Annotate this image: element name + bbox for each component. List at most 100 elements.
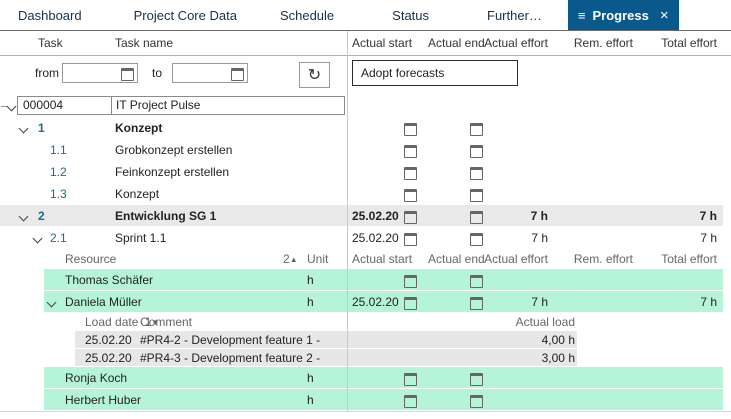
- calendar-icon[interactable]: [404, 373, 417, 386]
- from-date-field[interactable]: [62, 63, 138, 83]
- tab-dashboard[interactable]: Dashboard: [18, 0, 82, 30]
- task-row: 2.1 Sprint 1.1 25.02.20 7 h 7 h: [0, 227, 731, 249]
- calendar-icon[interactable]: [404, 167, 417, 180]
- tab-status[interactable]: Status: [392, 0, 429, 30]
- task-name[interactable]: Sprint 1.1: [115, 227, 166, 249]
- col-actual-load: Actual load: [480, 313, 575, 331]
- task-number[interactable]: 2: [38, 205, 45, 227]
- tab-further[interactable]: Further…: [487, 0, 542, 30]
- load-date-value: 25.02.20: [85, 349, 132, 367]
- col-comment: Comment: [140, 313, 192, 331]
- calendar-icon[interactable]: [470, 395, 483, 408]
- load-header-row: Load date 1▼ Comment Actual load: [0, 313, 731, 331]
- close-icon[interactable]: ×: [660, 7, 669, 24]
- load-row: 25.02.20 #PR4-2 - Development feature 1 …: [0, 331, 731, 349]
- task-name[interactable]: Grobkonzept erstellen: [115, 139, 232, 161]
- resource-header-row: Resource 2▲ Unit Actual start Actual end…: [0, 249, 731, 269]
- to-date-field[interactable]: [172, 63, 248, 83]
- from-label: from: [35, 66, 59, 80]
- column-header-row: Task Task name Actual start Actual end A…: [0, 31, 731, 56]
- task-row: 1.2 Feinkonzept erstellen: [0, 161, 731, 183]
- sort-indicator[interactable]: 2▲: [283, 249, 298, 270]
- col-actual-start: Actual start: [352, 31, 412, 56]
- tab-bar: Dashboard Project Core Data Schedule Sta…: [0, 0, 731, 31]
- total-effort-value: 7 h: [630, 227, 717, 249]
- menu-icon[interactable]: ≡: [578, 8, 586, 23]
- resource-row: Daniela Müller h 25.02.20 7 h 7 h: [0, 291, 731, 313]
- task-number[interactable]: 1: [38, 117, 45, 139]
- to-date-input[interactable]: [175, 65, 227, 80]
- calendar-icon[interactable]: [404, 275, 417, 288]
- resource-name[interactable]: Thomas Schäfer: [65, 269, 153, 291]
- project-edit-row[interactable]: 000004 IT Project Pulse: [17, 96, 345, 115]
- sort-asc-icon: ▲: [290, 255, 298, 264]
- task-name[interactable]: Konzept: [115, 117, 162, 139]
- task-name[interactable]: Konzept: [115, 183, 159, 205]
- col-task: Task: [38, 31, 63, 56]
- calendar-icon[interactable]: [404, 145, 417, 158]
- task-table: 000004 IT Project Pulse 1 Konzept 1.1 Gr…: [0, 95, 731, 411]
- task-row: 1 Konzept: [0, 117, 731, 139]
- total-effort-value: 7 h: [630, 291, 717, 313]
- row-highlight: [44, 367, 723, 388]
- col-resource[interactable]: Resource: [65, 249, 116, 269]
- actual-load-value: 3,00 h: [480, 349, 575, 367]
- collapse-chevron-icon[interactable]: [19, 124, 29, 134]
- actual-start-value: 25.02.20: [352, 227, 399, 249]
- col-actual-effort: Actual effort: [460, 249, 548, 269]
- resource-row: Ronja Koch h: [0, 367, 731, 389]
- unit-value: h: [307, 367, 314, 389]
- calendar-icon[interactable]: [404, 395, 417, 408]
- load-date-label: Load date: [85, 315, 138, 329]
- unit-value: h: [307, 269, 314, 291]
- project-name[interactable]: IT Project Pulse: [116, 97, 200, 114]
- tab-project-core-data[interactable]: Project Core Data: [134, 0, 237, 30]
- actual-effort-value: 7 h: [470, 205, 548, 227]
- task-number[interactable]: 2.1: [50, 227, 67, 249]
- load-row: 25.02.20 #PR4-3 - Development feature 2 …: [0, 349, 731, 367]
- task-number[interactable]: 1.3: [50, 183, 67, 205]
- unit-value: h: [307, 291, 314, 313]
- calendar-icon[interactable]: [404, 211, 417, 224]
- col-actual-effort: Actual effort: [460, 31, 548, 56]
- calendar-icon[interactable]: [470, 275, 483, 288]
- col-unit: Unit: [307, 249, 328, 269]
- col-total-effort: Total effort: [627, 31, 717, 56]
- resource-row: Herbert Huber h: [0, 389, 731, 411]
- refresh-icon: ↻: [308, 67, 321, 84]
- resource-name[interactable]: Herbert Huber: [65, 389, 141, 411]
- refresh-button[interactable]: ↻: [299, 62, 330, 88]
- column-divider: [347, 31, 348, 411]
- tab-progress[interactable]: ≡ Progress ×: [568, 0, 679, 30]
- load-date-value: 25.02.20: [85, 331, 132, 349]
- table-bottom-divider: [0, 411, 731, 412]
- from-date-input[interactable]: [65, 65, 117, 80]
- calendar-icon[interactable]: [231, 68, 244, 81]
- calendar-icon[interactable]: [470, 189, 483, 202]
- calendar-icon[interactable]: [470, 167, 483, 180]
- tab-progress-label: Progress: [593, 8, 649, 23]
- task-number[interactable]: 1.1: [50, 139, 67, 161]
- unit-value: h: [307, 389, 314, 411]
- task-number[interactable]: 1.2: [50, 161, 67, 183]
- resource-name[interactable]: Daniela Müller: [65, 291, 142, 313]
- calendar-icon[interactable]: [470, 373, 483, 386]
- actual-effort-value: 7 h: [470, 291, 548, 313]
- task-name[interactable]: Entwicklung SG 1: [115, 205, 216, 227]
- calendar-icon[interactable]: [470, 145, 483, 158]
- resource-name[interactable]: Ronja Koch: [65, 367, 127, 389]
- task-name[interactable]: Feinkonzept erstellen: [115, 161, 229, 183]
- calendar-icon[interactable]: [404, 189, 417, 202]
- load-comment: #PR4-3 - Development feature 2 -: [140, 349, 320, 367]
- sort-priority: 2: [283, 252, 290, 266]
- project-id[interactable]: 000004: [23, 97, 63, 114]
- calendar-icon[interactable]: [121, 68, 134, 81]
- adopt-forecasts-button[interactable]: Adopt forecasts: [352, 60, 518, 86]
- collapse-chevron-icon[interactable]: [7, 102, 17, 112]
- calendar-icon[interactable]: [404, 297, 417, 310]
- calendar-icon[interactable]: [404, 233, 417, 246]
- calendar-icon[interactable]: [470, 123, 483, 136]
- tab-schedule[interactable]: Schedule: [280, 0, 334, 30]
- calendar-icon[interactable]: [404, 123, 417, 136]
- collapse-chevron-icon[interactable]: [33, 234, 43, 244]
